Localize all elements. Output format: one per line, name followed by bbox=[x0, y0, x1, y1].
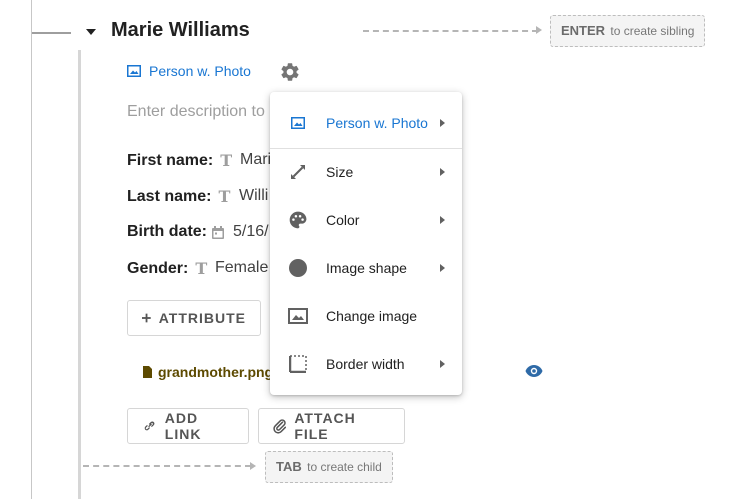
settings-gear-icon[interactable] bbox=[279, 61, 301, 88]
menu-item-label: Change image bbox=[326, 308, 418, 324]
file-name: grandmother.png bbox=[158, 364, 274, 380]
tree-connector bbox=[32, 32, 71, 34]
attribute-label: Gender: bbox=[127, 259, 189, 277]
node-type-label: Person w. Photo bbox=[149, 63, 251, 79]
file-link[interactable]: grandmother.png bbox=[143, 364, 273, 380]
sibling-hint-arrow-icon bbox=[536, 26, 542, 34]
menu-item-change-image[interactable]: Change image bbox=[270, 298, 462, 334]
submenu-arrow-icon bbox=[440, 264, 445, 272]
image-icon bbox=[288, 306, 308, 326]
text-type-icon: T bbox=[218, 187, 231, 206]
attribute-label: First name: bbox=[127, 151, 214, 169]
attribute-birth-date-value[interactable]: 5/16/ bbox=[233, 223, 269, 241]
sibling-hint: ENTER to create sibling bbox=[550, 15, 706, 47]
submenu-arrow-icon bbox=[440, 360, 445, 368]
attach-file-label: ATTACH FILE bbox=[294, 410, 356, 442]
collapse-caret-icon[interactable] bbox=[86, 29, 96, 35]
child-hint-connector bbox=[83, 465, 251, 467]
menu-item-label: Person w. Photo bbox=[326, 115, 428, 131]
text-type-icon: T bbox=[220, 151, 233, 170]
node-type-link[interactable]: Person w. Photo bbox=[127, 63, 251, 79]
attribute-label: Birth date: bbox=[127, 223, 207, 240]
node-settings-menu: Person w. Photo Size Color Image shape C… bbox=[270, 92, 462, 395]
sibling-hint-key: ENTER bbox=[561, 23, 606, 38]
image-icon bbox=[127, 65, 141, 77]
menu-item-label: Border width bbox=[326, 356, 405, 372]
child-hint-arrow-icon bbox=[250, 462, 256, 470]
menu-divider bbox=[270, 148, 462, 149]
file-icon bbox=[143, 366, 152, 378]
attribute-gender-value[interactable]: Female bbox=[215, 259, 268, 277]
add-attribute-label: ATTRIBUTE bbox=[158, 310, 246, 326]
image-icon bbox=[288, 113, 308, 133]
attribute-first-name-label: First name: T bbox=[127, 151, 232, 170]
menu-item-image-shape[interactable]: Image shape bbox=[270, 250, 462, 286]
resize-icon bbox=[288, 162, 308, 182]
tree-line-outer bbox=[31, 0, 32, 499]
text-type-icon: T bbox=[195, 259, 208, 278]
child-hint-key: TAB bbox=[276, 459, 302, 474]
menu-item-label: Size bbox=[326, 164, 354, 180]
attribute-first-name-value[interactable]: Mari bbox=[240, 151, 271, 169]
menu-item-label: Image shape bbox=[326, 260, 407, 276]
menu-item-color[interactable]: Color bbox=[270, 202, 462, 238]
sibling-hint-text: to create sibling bbox=[610, 24, 695, 38]
add-attribute-button[interactable]: ATTRIBUTE bbox=[127, 300, 261, 336]
child-hint-text: to create child bbox=[307, 460, 382, 474]
circle-icon bbox=[288, 258, 308, 278]
menu-item-size[interactable]: Size bbox=[270, 154, 462, 190]
plus-icon bbox=[142, 313, 151, 323]
node-title[interactable]: Marie Williams bbox=[111, 19, 250, 42]
attribute-label: Last name: bbox=[127, 187, 212, 205]
link-icon bbox=[144, 421, 155, 431]
attribute-last-name-value[interactable]: Willi bbox=[239, 187, 268, 205]
add-link-button[interactable]: ADD LINK bbox=[127, 408, 249, 444]
child-hint: TAB to create child bbox=[265, 451, 393, 483]
palette-icon bbox=[288, 210, 308, 230]
menu-item-label: Color bbox=[326, 212, 360, 228]
eye-icon[interactable] bbox=[525, 364, 543, 383]
menu-item-person-w-photo[interactable]: Person w. Photo bbox=[270, 105, 462, 141]
submenu-arrow-icon bbox=[440, 216, 445, 224]
attribute-gender-label: Gender: T bbox=[127, 259, 207, 278]
tree-line-inner bbox=[78, 50, 81, 499]
calendar-icon bbox=[212, 225, 224, 239]
attribute-birth-date-label: Birth date: bbox=[127, 223, 224, 241]
attribute-last-name-label: Last name: T bbox=[127, 187, 230, 206]
border-icon bbox=[288, 354, 308, 374]
menu-item-border-width[interactable]: Border width bbox=[270, 346, 462, 382]
paperclip-icon bbox=[273, 419, 287, 434]
attach-file-button[interactable]: ATTACH FILE bbox=[258, 408, 405, 444]
sibling-hint-connector bbox=[363, 30, 538, 32]
add-link-label: ADD LINK bbox=[164, 410, 202, 442]
submenu-arrow-icon bbox=[440, 119, 445, 127]
description-input[interactable]: Enter description to bbox=[127, 103, 265, 121]
submenu-arrow-icon bbox=[440, 168, 445, 176]
